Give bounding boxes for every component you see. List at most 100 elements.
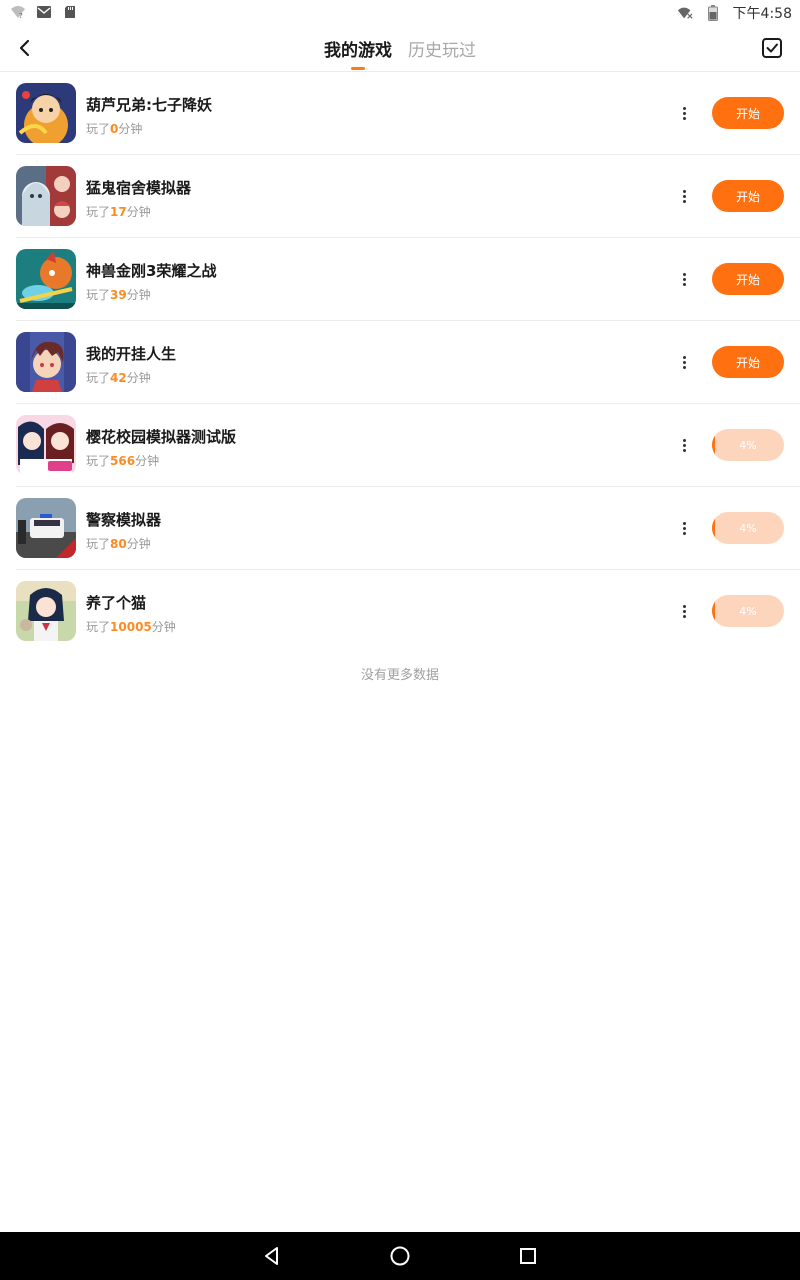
game-name: 猛鬼宿舍模拟器 — [86, 179, 192, 197]
more-dots-icon — [682, 526, 686, 530]
more-options-button[interactable] — [672, 101, 696, 125]
mail-icon — [36, 4, 52, 20]
game-icon-yanglegemao[interactable] — [16, 581, 76, 641]
play-time-prefix: 玩了 — [86, 454, 111, 468]
home-circle-icon — [390, 1246, 410, 1266]
more-dots-icon — [682, 614, 686, 618]
nav-home-button[interactable] — [388, 1244, 412, 1268]
game-row[interactable]: 神兽金刚3荣耀之战 玩了39分钟 开始 — [16, 238, 800, 321]
more-options-button[interactable] — [672, 184, 696, 208]
tab-history-label: 历史玩过 — [408, 40, 476, 61]
status-time: 下午4:58 — [732, 6, 792, 22]
play-time: 玩了39分钟 — [86, 286, 151, 303]
nav-recents-button[interactable] — [516, 1244, 540, 1268]
game-row[interactable]: 葫芦兄弟:七子降妖 玩了0分钟 开始 — [16, 72, 800, 155]
wifi-x-icon — [677, 5, 693, 21]
more-dots-icon — [682, 360, 686, 364]
more-dots-icon — [682, 531, 686, 535]
more-dots-icon — [682, 116, 686, 120]
play-time-prefix: 玩了 — [86, 205, 111, 219]
more-dots-icon — [682, 355, 686, 359]
game-row[interactable]: 樱花校园模拟器测试版 玩了566分钟 4% — [16, 404, 800, 487]
more-dots-icon — [682, 199, 686, 203]
more-options-button[interactable] — [672, 599, 696, 623]
play-time: 玩了80分钟 — [86, 535, 151, 552]
start-button[interactable]: 开始 — [712, 97, 784, 129]
game-row[interactable]: 猛鬼宿舍模拟器 玩了17分钟 开始 — [16, 155, 800, 238]
more-options-button[interactable] — [672, 433, 696, 457]
wifi-question-icon: ? — [10, 4, 26, 20]
nav-back-button[interactable] — [260, 1244, 284, 1268]
game-name: 我的开挂人生 — [86, 345, 177, 363]
game-icon-jingchamoniqi[interactable] — [16, 498, 76, 558]
game-icon-kaiguarensheng[interactable] — [16, 332, 76, 392]
download-progress-button[interactable]: 4% — [712, 429, 784, 461]
download-progress-fill — [712, 595, 715, 627]
play-time-prefix: 玩了 — [86, 620, 111, 634]
play-minutes: 10005 — [110, 620, 152, 634]
download-progress-fill — [712, 429, 715, 461]
game-row[interactable]: 我的开挂人生 玩了42分钟 开始 — [16, 321, 800, 404]
manage-button[interactable] — [760, 36, 784, 60]
game-list: 葫芦兄弟:七子降妖 玩了0分钟 开始 猛鬼宿舍模拟器 玩了17分钟 开始 神兽金… — [0, 72, 800, 653]
tab-history[interactable]: 历史玩过 — [408, 24, 476, 72]
more-dots-icon — [682, 272, 686, 276]
game-row[interactable]: 养了个猫 玩了10005分钟 4% — [16, 570, 800, 653]
game-name: 神兽金刚3荣耀之战 — [86, 262, 217, 280]
play-time: 玩了0分钟 — [86, 120, 142, 137]
more-dots-icon — [682, 438, 686, 442]
more-options-button[interactable] — [672, 516, 696, 540]
more-dots-icon — [682, 106, 686, 110]
game-icon-huluxiongdi[interactable] — [16, 83, 76, 143]
play-time-prefix: 玩了 — [86, 537, 111, 551]
recents-square-icon — [520, 1248, 536, 1264]
status-bar: ? 下午4:58 — [0, 0, 800, 24]
play-time-suffix: 分钟 — [126, 537, 151, 551]
play-time-suffix: 分钟 — [118, 122, 143, 136]
play-time-prefix: 玩了 — [86, 288, 111, 302]
play-time-suffix: 分钟 — [135, 454, 160, 468]
active-tab-indicator — [351, 67, 365, 70]
system-nav-bar — [0, 1232, 800, 1280]
more-dots-icon — [682, 282, 686, 286]
sd-card-icon — [62, 4, 78, 20]
more-dots-icon — [682, 189, 686, 193]
more-options-button[interactable] — [672, 267, 696, 291]
more-dots-icon — [682, 521, 686, 525]
start-button[interactable]: 开始 — [712, 346, 784, 378]
play-time-suffix: 分钟 — [126, 288, 151, 302]
checkbox-icon — [762, 38, 782, 58]
game-name: 警察模拟器 — [86, 511, 162, 529]
svg-text:?: ? — [19, 12, 23, 19]
start-button[interactable]: 开始 — [712, 180, 784, 212]
download-progress-label: 4% — [739, 604, 757, 618]
more-dots-icon — [682, 609, 686, 613]
tab-my-games[interactable]: 我的游戏 — [324, 24, 392, 72]
play-minutes: 80 — [110, 537, 127, 551]
more-dots-icon — [682, 111, 686, 115]
download-progress-label: 4% — [739, 438, 757, 452]
game-name: 养了个猫 — [86, 594, 147, 612]
more-dots-icon — [682, 277, 686, 281]
play-time: 玩了42分钟 — [86, 369, 151, 386]
tab-bar: 我的游戏 历史玩过 — [0, 24, 800, 72]
battery-icon — [705, 5, 721, 21]
game-row[interactable]: 警察模拟器 玩了80分钟 4% — [16, 487, 800, 570]
play-time-suffix: 分钟 — [126, 371, 151, 385]
game-icon-yinghuaxiaoyuan[interactable] — [16, 415, 76, 475]
top-app-bar: 我的游戏 历史玩过 — [0, 24, 800, 72]
more-dots-icon — [682, 365, 686, 369]
game-icon-shenshoujingang[interactable] — [16, 249, 76, 309]
back-triangle-icon — [265, 1247, 278, 1265]
game-name: 葫芦兄弟:七子降妖 — [86, 96, 212, 114]
more-options-button[interactable] — [672, 350, 696, 374]
download-progress-button[interactable]: 4% — [712, 512, 784, 544]
start-button[interactable]: 开始 — [712, 263, 784, 295]
download-progress-fill — [712, 512, 715, 544]
download-progress-button[interactable]: 4% — [712, 595, 784, 627]
play-time: 玩了566分钟 — [86, 452, 159, 469]
no-more-data-text: 没有更多数据 — [360, 668, 439, 683]
play-time-prefix: 玩了 — [86, 371, 111, 385]
play-minutes: 566 — [110, 454, 136, 468]
game-icon-menggui[interactable] — [16, 166, 76, 226]
